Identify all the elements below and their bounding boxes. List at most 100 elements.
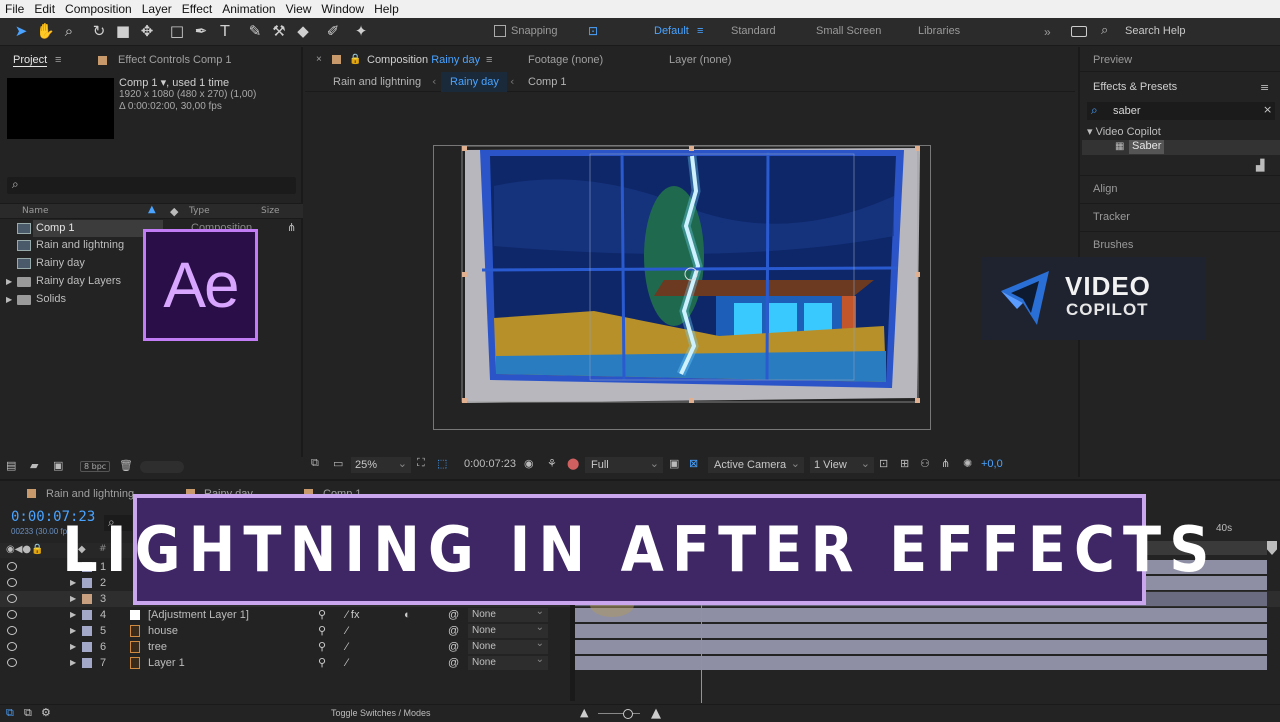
shy-icon[interactable]: ⚲ xyxy=(318,623,326,639)
selection-tool-icon[interactable]: ➤ xyxy=(12,22,30,40)
clone-stamp-tool-icon[interactable]: ⚒ xyxy=(270,22,288,40)
parent-pickwhip-icon[interactable]: @ xyxy=(448,607,459,623)
lock-icon[interactable]: 🔒 xyxy=(349,54,361,65)
menu-file[interactable]: File xyxy=(0,2,29,16)
eye-icon[interactable] xyxy=(7,658,17,667)
layer-duration-bar[interactable] xyxy=(575,656,1267,670)
menu-effect[interactable]: Effect xyxy=(177,2,217,16)
preview-panel-title[interactable]: Preview xyxy=(1093,54,1132,66)
adjustment-switch-icon[interactable]: ◐ xyxy=(404,607,411,623)
layer-name[interactable]: tree xyxy=(148,639,167,655)
eye-icon[interactable] xyxy=(7,594,17,603)
expand-arrow-icon[interactable]: ▶ xyxy=(70,591,76,607)
layer-row-7[interactable]: ▶ 7 Layer 1 ⚲ ⁄ @ None xyxy=(0,653,1280,671)
layer-duration-bar[interactable] xyxy=(575,608,1267,622)
workspace-small-screen[interactable]: Small Screen xyxy=(816,25,881,37)
zoom-slider-track[interactable] xyxy=(598,713,640,714)
channels-icon[interactable]: ⬤ xyxy=(567,457,579,470)
menu-window[interactable]: Window xyxy=(316,2,369,16)
layer-row-5[interactable]: ▶ 5 house ⚲ ⁄ @ None xyxy=(0,621,1280,639)
current-time-indicator[interactable] xyxy=(701,601,702,703)
layer-label-swatch[interactable] xyxy=(82,658,92,668)
menu-help[interactable]: Help xyxy=(369,2,404,16)
puppet-tool-icon[interactable]: ✦ xyxy=(352,22,370,40)
exposure-reset-icon[interactable]: ✺ xyxy=(963,457,972,470)
eye-icon[interactable] xyxy=(7,610,17,619)
breadcrumb-rain-and-lightning[interactable]: Rain and lightning xyxy=(333,76,421,88)
layer-duration-bar[interactable] xyxy=(575,640,1267,654)
show-snapshot-icon[interactable]: ⚘ xyxy=(547,457,557,470)
zoom-out-icon[interactable]: ▲ xyxy=(580,706,588,719)
roto-brush-tool-icon[interactable]: ✐ xyxy=(324,22,342,40)
project-scrollbar[interactable] xyxy=(140,461,184,473)
layer-name[interactable]: [Adjustment Layer 1] xyxy=(148,607,249,623)
work-area-end-handle[interactable] xyxy=(1267,541,1277,555)
toggle-pixel-aspect-icon[interactable]: ⊡ xyxy=(879,457,888,470)
breadcrumb-rainy-day[interactable]: Rainy day xyxy=(450,76,499,88)
breadcrumb-comp-1[interactable]: Comp 1 xyxy=(528,76,567,88)
eye-icon[interactable] xyxy=(7,578,17,587)
shy-icon[interactable]: ⚲ xyxy=(318,607,326,623)
quality-switch-icon[interactable]: ⁄ xyxy=(346,639,348,655)
clear-search-icon[interactable]: × xyxy=(1263,103,1272,116)
menu-layer[interactable]: Layer xyxy=(137,2,177,16)
eye-icon[interactable] xyxy=(7,626,17,635)
rotate-tool-icon[interactable]: ↻ xyxy=(90,22,108,40)
viewer-timecode[interactable]: 0:00:07:23 xyxy=(464,458,516,470)
sort-asc-icon[interactable]: ▲ xyxy=(148,204,156,215)
close-tab-icon[interactable]: × xyxy=(316,54,322,65)
toggle-switches-modes[interactable]: Toggle Switches / Modes xyxy=(331,708,431,718)
effects-presets-title[interactable]: Effects & Presets xyxy=(1093,81,1177,93)
zoom-tool-icon[interactable]: ⌕ xyxy=(60,22,78,40)
tab-effect-controls[interactable]: Effect Controls Comp 1 xyxy=(118,54,232,66)
label-column-icon[interactable]: ◆ xyxy=(170,205,178,218)
expand-arrow-icon[interactable]: ▶ xyxy=(70,623,76,639)
workspace-default[interactable]: Default xyxy=(654,25,689,37)
col-type[interactable]: Type xyxy=(189,206,210,216)
menu-edit[interactable]: Edit xyxy=(29,2,60,16)
search-help-icon[interactable] xyxy=(1071,26,1087,37)
more-workspaces-icon[interactable]: » xyxy=(1044,25,1051,39)
tab-footage-menu-icon[interactable]: ≡ xyxy=(486,54,492,66)
region-of-interest-icon[interactable]: ▣ xyxy=(669,457,679,470)
tab-composition[interactable]: Composition Rainy day xyxy=(367,54,480,66)
pan-behind-tool-icon[interactable]: ✥ xyxy=(138,22,156,40)
view-layout-select[interactable]: 1 View ⌄ xyxy=(810,457,874,473)
menu-animation[interactable]: Animation xyxy=(217,2,280,16)
tab-project[interactable]: Project xyxy=(13,54,48,67)
effects-search-input[interactable]: ⌕ saber × xyxy=(1087,102,1275,120)
workspace-libraries[interactable]: Libraries xyxy=(918,25,960,37)
timeline-tab-rain-and-lightning[interactable]: Rain and lightning xyxy=(46,488,134,500)
shy-icon[interactable]: ⚲ xyxy=(318,655,326,671)
fast-preview-icon[interactable]: ⊞ xyxy=(900,457,909,470)
pen-tool-icon[interactable]: ✒ xyxy=(192,22,210,40)
layer-name[interactable]: house xyxy=(148,623,178,639)
layer-label-swatch[interactable] xyxy=(82,594,92,604)
expand-arrow-icon[interactable]: ▶ xyxy=(6,291,12,308)
workspace-standard[interactable]: Standard xyxy=(731,25,776,37)
eraser-tool-icon[interactable]: ◆ xyxy=(294,22,312,40)
expand-arrow-icon[interactable]: ▶ xyxy=(70,655,76,671)
new-folder-icon[interactable]: ▰ xyxy=(30,459,38,472)
tracker-panel-title[interactable]: Tracker xyxy=(1093,211,1130,223)
expand-arrow-icon[interactable]: ▶ xyxy=(70,639,76,655)
layer-row-6[interactable]: ▶ 6 tree ⚲ ⁄ @ None xyxy=(0,637,1280,655)
expand-arrow-icon[interactable]: ▶ xyxy=(70,607,76,623)
parent-pickwhip-icon[interactable]: @ xyxy=(448,639,459,655)
parent-select[interactable]: None xyxy=(468,605,548,622)
eye-icon[interactable] xyxy=(7,562,17,571)
brush-tool-icon[interactable]: ✎ xyxy=(246,22,264,40)
layer-row-4[interactable]: ▶ 4 [Adjustment Layer 1] ⚲ ⁄ fx ◐ @ None xyxy=(0,605,1280,623)
menu-composition[interactable]: Composition xyxy=(60,2,137,16)
layer-label-swatch[interactable] xyxy=(82,642,92,652)
interpret-footage-icon[interactable]: ▤ xyxy=(6,459,16,472)
effect-item-saber[interactable]: ▦ Saber xyxy=(1082,140,1280,155)
rectangle-tool-icon[interactable]: □ xyxy=(168,22,186,40)
align-panel-title[interactable]: Align xyxy=(1093,183,1117,195)
snapping-checkbox[interactable] xyxy=(494,25,506,37)
toggle-transparency-icon[interactable]: ⊠ xyxy=(689,457,698,470)
layer-label-swatch[interactable] xyxy=(82,610,92,620)
project-menu-icon[interactable]: ≡ xyxy=(55,54,61,66)
parent-select[interactable]: None xyxy=(468,653,548,670)
menu-view[interactable]: View xyxy=(281,2,317,16)
